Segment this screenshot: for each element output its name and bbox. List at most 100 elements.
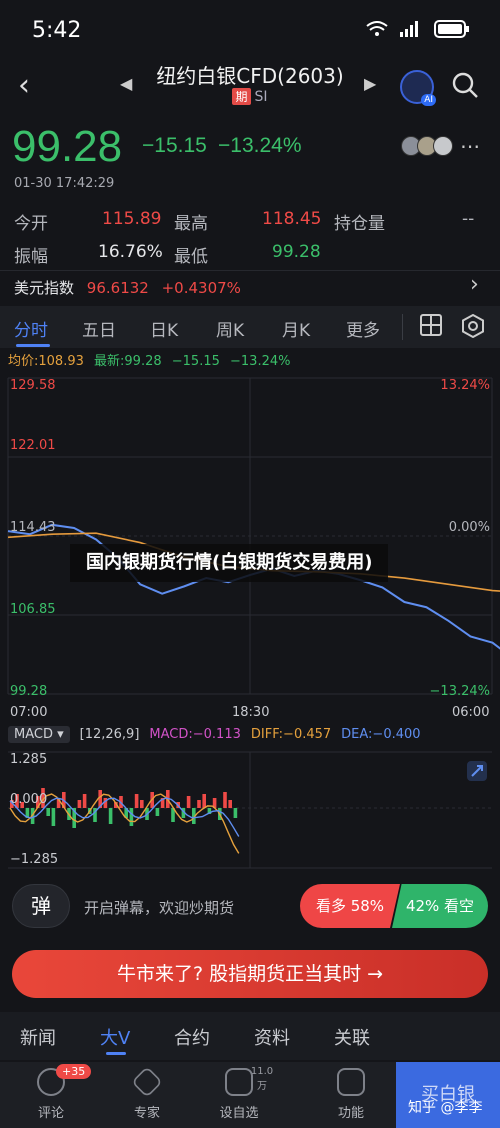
dea-value: DEA:−0.400 — [341, 727, 421, 742]
macd-bar — [82, 794, 87, 808]
macd-y-top: 1.285 — [10, 752, 48, 767]
usd-index-change: +0.4307% — [161, 279, 241, 297]
diff-value: DIFF:−0.457 — [250, 727, 332, 742]
amplitude-label: 振幅 — [14, 247, 48, 267]
article-title-overlay: 国内银期货行情(白银期货交易费用) — [70, 544, 389, 582]
ai-label: AI — [421, 94, 436, 106]
y-tick-left: 114.43 — [10, 520, 56, 535]
chart-info: 均价:108.93 最新:99.28 −15.15 −13.24% — [8, 350, 290, 369]
macd-bar — [197, 800, 201, 808]
high-value: 118.45 — [262, 209, 322, 229]
watchlist-label: 设自选 — [219, 1106, 259, 1121]
promo-banner[interactable]: 牛市来了? 股指期货正当其时 → — [12, 950, 488, 998]
macd-bar — [202, 794, 206, 808]
price-change-pct: −13.24% — [218, 134, 302, 157]
grid-icon[interactable] — [420, 314, 442, 336]
settings-hex-icon[interactable] — [462, 314, 484, 338]
usd-index-row[interactable]: 美元指数 96.6132 +0.4307% — [14, 277, 241, 298]
danmu-toggle-button[interactable]: 弹 — [12, 884, 70, 928]
chevron-right-icon[interactable]: › — [470, 272, 479, 297]
y-tick-right: 13.24% — [440, 378, 490, 393]
macd-bar — [129, 808, 134, 826]
search-icon[interactable] — [450, 70, 480, 100]
macd-y-mid: 0.000 — [10, 792, 48, 807]
comment-badge: +35 — [56, 1064, 92, 1079]
tab-five-day[interactable]: 五日 — [82, 316, 116, 341]
macd-bar — [155, 808, 160, 816]
period-tabs: 分时 五日 日K 周K 月K 更多 — [0, 306, 500, 348]
latest-price: 最新:99.28 — [94, 354, 162, 369]
back-chevron-icon[interactable]: ‹ — [18, 68, 30, 103]
macd-bar — [77, 800, 82, 808]
y-tick-left: 129.58 — [10, 378, 56, 393]
avatar — [433, 136, 453, 156]
y-tick-right: 0.00% — [448, 520, 490, 535]
tab-related[interactable]: 关联 — [334, 1024, 370, 1050]
price-change: −15.15 — [142, 134, 207, 157]
macd-chart[interactable]: 1.285 0.000 −1.285 — [0, 748, 500, 873]
danmu-hint[interactable]: 开启弹幕，欢迎炒期货 — [84, 897, 234, 918]
battery-icon — [434, 20, 469, 38]
y-tick-left: 106.85 — [10, 602, 56, 617]
tab-contract[interactable]: 合约 — [174, 1024, 210, 1050]
x-tick: 18:30 — [232, 705, 270, 720]
content-tabs: 新闻 大V 合约 资料 关联 — [0, 1012, 500, 1060]
y-tick-left: 122.01 — [10, 438, 56, 453]
buy-silver-button[interactable]: 买白银 — [396, 1062, 500, 1128]
open-interest-value: -- — [462, 209, 475, 229]
danmu-row: 弹 开启弹幕，欢迎炒期货 看多 58% 42% 看空 — [0, 880, 500, 935]
x-tick: 06:00 — [452, 705, 490, 720]
expert-icon — [131, 1066, 163, 1098]
bullish-button[interactable]: 看多 58% — [300, 884, 400, 928]
ai-assistant-button[interactable]: AI — [400, 70, 436, 106]
tab-weekly-k[interactable]: 周K — [216, 316, 244, 341]
tab-profile[interactable]: 资料 — [254, 1024, 290, 1050]
bearish-button[interactable]: 42% 看空 — [392, 884, 488, 928]
macd-value: MACD:−0.113 — [149, 727, 241, 742]
macd-bar — [233, 808, 238, 818]
tab-more[interactable]: 更多 — [346, 316, 380, 341]
intraday-chart[interactable]: 129.58 122.01 114.43 106.85 99.28 13.24%… — [0, 372, 500, 702]
bottom-toolbar: +35 评论 专家 11.0万 设自选 功能 买白银 — [0, 1062, 500, 1128]
nav-subtitle: 期 SI — [150, 88, 350, 105]
quote-timestamp: 01-30 17:42:29 — [14, 176, 115, 191]
more-dots-icon[interactable]: ⋯ — [460, 134, 480, 158]
macd-bar — [228, 800, 232, 808]
status-time: 5:42 — [32, 18, 82, 43]
indicator-select[interactable]: MACD ▾ — [8, 726, 70, 743]
open-interest-label: 持仓量 — [334, 214, 385, 234]
chart-change-pct: −13.24% — [230, 354, 291, 369]
avg-price: 均价:108.93 — [8, 354, 84, 369]
expand-icon[interactable] — [466, 760, 488, 782]
chart-change: −15.15 — [171, 354, 220, 369]
expert-label: 专家 — [133, 1106, 160, 1121]
add-watchlist-button[interactable]: 11.0万 设自选 — [204, 1066, 274, 1121]
next-contract-icon[interactable]: ▶ — [364, 74, 376, 93]
usd-index-value: 96.6132 — [86, 279, 149, 297]
function-button[interactable]: 功能 — [316, 1068, 386, 1121]
tab-underline — [16, 344, 50, 347]
nav-bar: ‹ ◀ 纽约白银CFD(2603) 期 SI ▶ AI — [0, 58, 500, 116]
follower-avatars[interactable] — [401, 136, 453, 156]
usd-index-label: 美元指数 — [14, 279, 75, 297]
amplitude-value: 16.76% — [98, 242, 163, 262]
macd-bar — [186, 796, 191, 808]
tab-intraday[interactable]: 分时 — [14, 316, 48, 341]
divider — [0, 270, 500, 271]
watchlist-count: 11.0万 — [250, 1066, 274, 1092]
y-tick-left: 99.28 — [10, 684, 48, 699]
last-price: 99.28 — [12, 122, 123, 171]
status-bar: 5:42 — [0, 0, 500, 60]
tab-monthly-k[interactable]: 月K — [282, 316, 310, 341]
watchlist-icon — [225, 1068, 253, 1096]
comment-button[interactable]: +35 评论 — [16, 1064, 92, 1121]
tab-news[interactable]: 新闻 — [20, 1024, 56, 1050]
futures-badge: 期 — [232, 88, 251, 105]
expert-button[interactable]: 专家 — [112, 1066, 182, 1121]
high-label: 最高 — [174, 214, 208, 234]
prev-contract-icon[interactable]: ◀ — [120, 74, 132, 93]
tab-daily-k[interactable]: 日K — [150, 316, 178, 341]
macd-y-bottom: −1.285 — [10, 852, 59, 867]
macd-bar — [223, 792, 227, 808]
tab-bigv[interactable]: 大V — [100, 1024, 130, 1050]
